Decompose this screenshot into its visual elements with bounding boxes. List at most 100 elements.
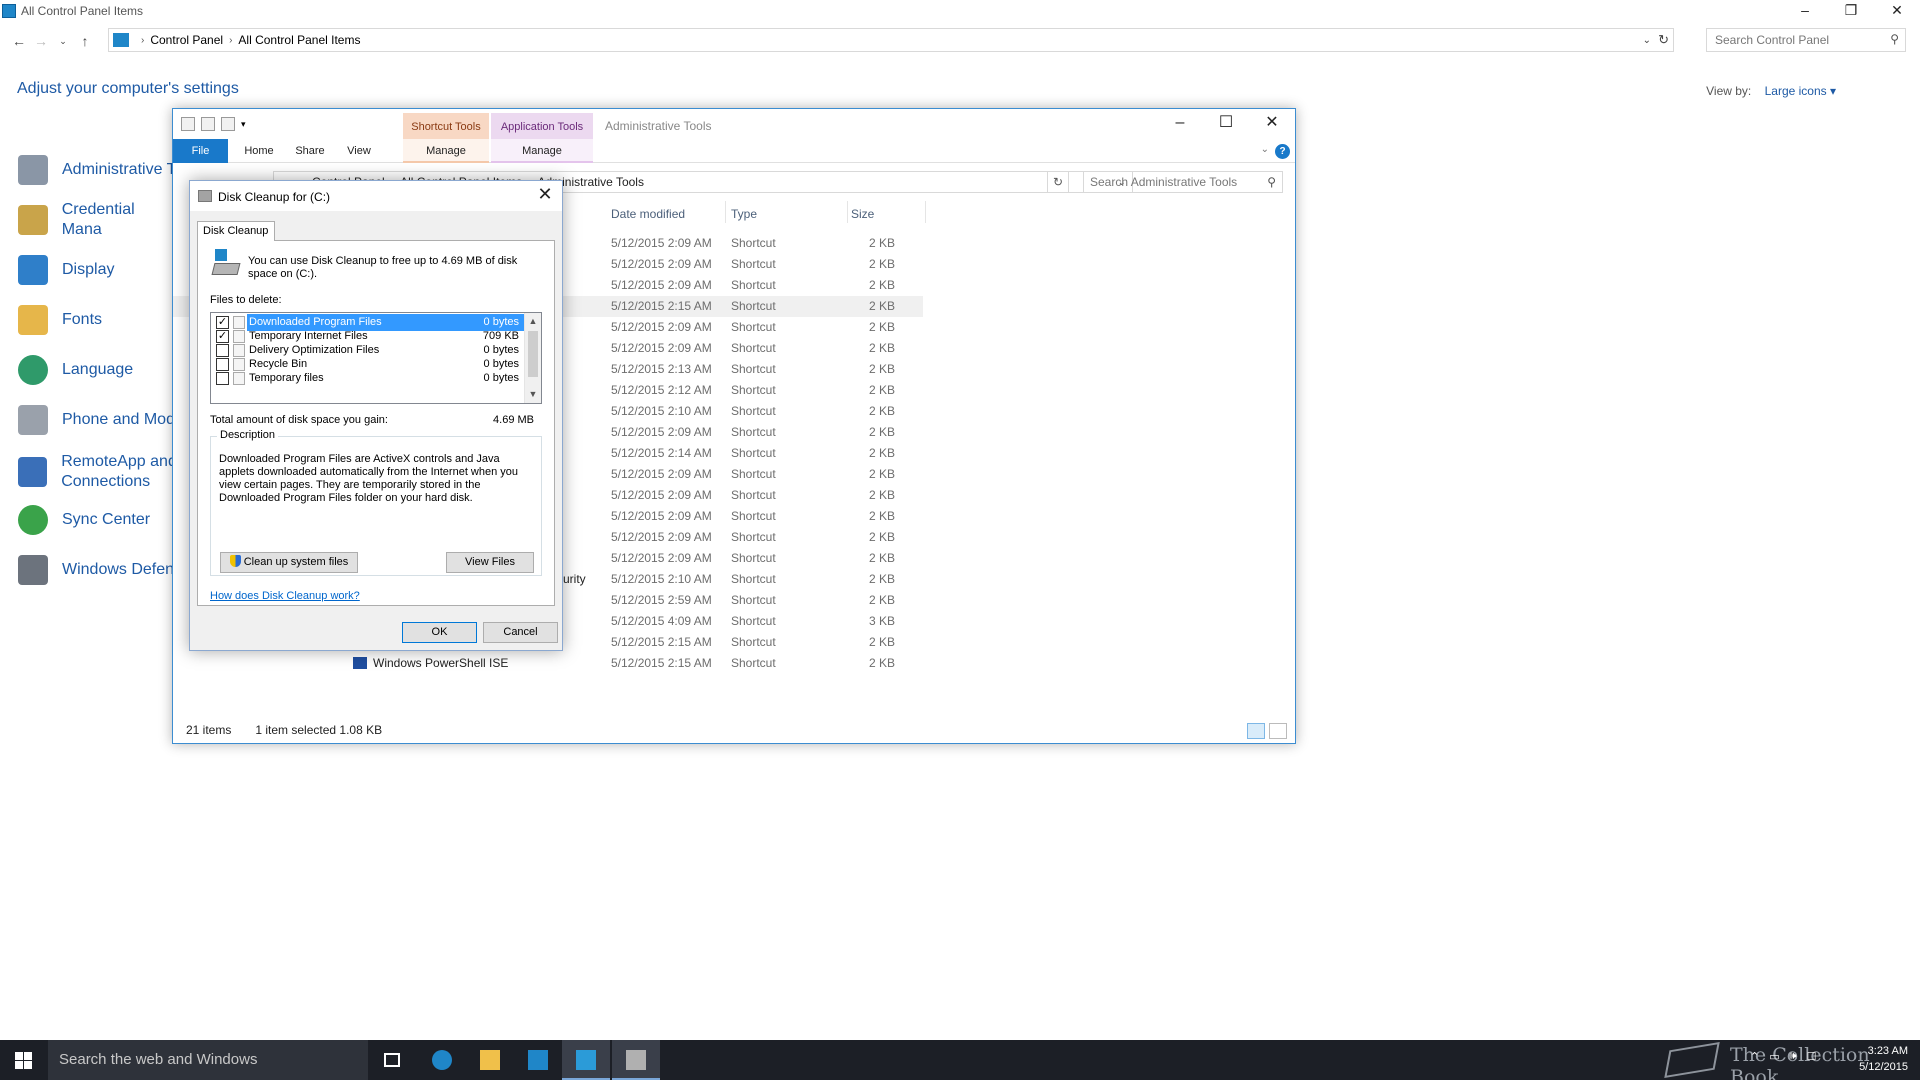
cp-item-administrative-tools[interactable]: Administrative T <box>18 150 178 190</box>
address-bar[interactable]: › Control Panel › All Control Panel Item… <box>108 28 1674 52</box>
view-by-dropdown[interactable]: Large icons ▾ <box>1765 84 1836 98</box>
cp-item-sync-center[interactable]: Sync Center <box>18 500 178 540</box>
description-group: Description Downloaded Program Files are… <box>210 429 542 576</box>
chevron-right-icon[interactable]: › <box>229 35 232 46</box>
folder-icon <box>480 1050 500 1070</box>
action-center-icon[interactable]: ☐ <box>1807 1050 1817 1063</box>
search-icon[interactable]: ⚲ <box>1890 32 1899 46</box>
list-item[interactable]: Temporary files 0 bytes <box>211 370 525 387</box>
column-date-modified[interactable]: Date modified <box>611 207 685 221</box>
task-view-button[interactable] <box>368 1040 416 1080</box>
cp-item-phone-modem[interactable]: Phone and Mod <box>18 400 178 440</box>
new-folder-icon[interactable] <box>201 117 215 131</box>
volume-icon[interactable]: 🕪 <box>1790 1050 1797 1063</box>
cp-item-label: Sync Center <box>62 511 151 528</box>
ok-button[interactable]: OK <box>402 622 477 643</box>
refresh-button[interactable]: ↻ <box>1047 171 1069 193</box>
tab-manage-application[interactable]: Manage <box>491 139 593 163</box>
up-arrow-icon[interactable]: ↑ <box>74 33 96 49</box>
scroll-up-icon[interactable]: ▲ <box>525 313 541 330</box>
help-icon[interactable]: ? <box>1275 144 1290 159</box>
uac-shield-icon <box>229 555 241 567</box>
date-modified: 5/12/2015 2:15 AM <box>611 656 712 670</box>
column-size[interactable]: Size <box>851 207 874 221</box>
search-icon[interactable]: ⚲ <box>1267 172 1276 192</box>
restore-button[interactable]: ❐ <box>1828 0 1874 22</box>
file-type: Shortcut <box>731 278 776 292</box>
scroll-thumb[interactable] <box>528 331 538 377</box>
view-switcher <box>1247 723 1287 739</box>
tab-share[interactable]: Share <box>287 139 333 163</box>
column-divider[interactable] <box>847 201 848 223</box>
control-panel-icon <box>576 1050 596 1070</box>
column-type[interactable]: Type <box>731 207 757 221</box>
expand-ribbon-icon[interactable]: ⌄ <box>1261 144 1269 155</box>
files-to-delete-list[interactable]: ✓ Downloaded Program Files 0 bytes ✓ Tempora… <box>210 312 542 404</box>
view-files-button[interactable]: View Files <box>446 552 534 573</box>
taskbar-app-store[interactable] <box>514 1040 562 1080</box>
tab-manage-shortcut[interactable]: Manage <box>403 139 489 163</box>
search-placeholder: Search Administrative Tools <box>1090 175 1238 189</box>
minimize-button[interactable]: – <box>1782 0 1828 22</box>
application-tools-tab[interactable]: Application Tools <box>491 113 593 141</box>
clean-up-system-files-button[interactable]: Clean up system files <box>220 552 358 573</box>
cp-item-fonts[interactable]: Fonts <box>18 300 178 340</box>
table-row[interactable]: Windows PowerShell ISE 5/12/2015 2:15 AM S… <box>173 653 923 674</box>
file-type: Shortcut <box>731 236 776 250</box>
rename-icon[interactable] <box>221 117 235 131</box>
properties-icon[interactable] <box>181 117 195 131</box>
close-button[interactable]: ✕ <box>1249 111 1295 135</box>
chevron-down-icon[interactable]: ⌄ <box>1643 35 1651 46</box>
scroll-down-icon[interactable]: ▼ <box>525 386 541 403</box>
cp-item-label: Administrative T <box>62 161 177 178</box>
forward-arrow-icon[interactable]: → <box>30 33 52 49</box>
file-name: urity <box>563 572 586 586</box>
cp-item-windows-defender[interactable]: Windows Defen <box>18 550 178 590</box>
taskbar-app-file-explorer[interactable] <box>466 1040 514 1080</box>
help-link[interactable]: How does Disk Cleanup work? <box>210 590 360 602</box>
cp-item-credential-manager[interactable]: Credential Mana <box>18 200 178 240</box>
file-size: 2 KB <box>868 383 895 397</box>
clock-time: 3:23 AM <box>1867 1045 1908 1057</box>
customize-qat-icon[interactable]: ▾ <box>241 119 246 130</box>
cp-item-label: Credential Mana <box>61 201 135 238</box>
checkbox-unchecked[interactable] <box>216 372 229 385</box>
cp-item-remoteapp[interactable]: RemoteApp and Connections <box>18 450 178 494</box>
search-input[interactable]: Search Administrative Tools ⚲ <box>1083 171 1283 193</box>
tab-view[interactable]: View <box>337 139 381 163</box>
date-modified: 5/12/2015 2:15 AM <box>611 635 712 649</box>
cancel-button[interactable]: Cancel <box>483 622 558 643</box>
tab-disk-cleanup[interactable]: Disk Cleanup <box>197 221 275 241</box>
column-divider[interactable] <box>725 201 726 223</box>
large-icons-view-icon[interactable] <box>1269 723 1287 739</box>
breadcrumb-control-panel[interactable]: Control Panel <box>150 33 223 47</box>
tab-home[interactable]: Home <box>235 139 283 163</box>
chevron-right-icon[interactable]: › <box>141 35 144 46</box>
taskbar-app-disk-cleanup[interactable] <box>612 1040 660 1080</box>
back-arrow-icon[interactable]: ← <box>8 33 30 49</box>
chevron-up-icon[interactable]: ⌃ <box>1750 1050 1759 1063</box>
details-view-icon[interactable] <box>1247 723 1265 739</box>
minimize-button[interactable]: – <box>1157 111 1203 135</box>
close-button[interactable]: ✕ <box>534 184 556 205</box>
shortcut-tools-tab[interactable]: Shortcut Tools <box>403 113 489 141</box>
close-button[interactable]: ✕ <box>1874 0 1920 22</box>
taskbar-app-control-panel[interactable] <box>562 1040 610 1080</box>
cp-item-language[interactable]: Language <box>18 350 178 390</box>
search-input[interactable]: Search Control Panel ⚲ <box>1706 28 1906 52</box>
clock[interactable]: 3:23 AM 5/12/2015 <box>1859 1043 1908 1075</box>
recent-locations-icon[interactable]: ⌄ <box>52 36 74 47</box>
refresh-icon[interactable]: ↻ <box>1658 32 1669 48</box>
scrollbar[interactable]: ▲ ▼ <box>524 313 541 403</box>
network-icon[interactable]: ▭ <box>1769 1050 1779 1063</box>
taskbar-search[interactable]: Search the web and Windows <box>48 1040 368 1080</box>
view-by: View by: Large icons ▾ <box>1706 84 1836 98</box>
start-button[interactable] <box>0 1040 48 1080</box>
tab-file[interactable]: File <box>173 139 228 163</box>
control-panel-crumb-icon <box>113 33 129 47</box>
maximize-button[interactable]: ☐ <box>1203 111 1249 135</box>
taskbar-app-browser[interactable] <box>418 1040 466 1080</box>
column-divider[interactable] <box>925 201 926 223</box>
breadcrumb-all-items[interactable]: All Control Panel Items <box>238 33 360 47</box>
cp-item-display[interactable]: Display <box>18 250 178 290</box>
